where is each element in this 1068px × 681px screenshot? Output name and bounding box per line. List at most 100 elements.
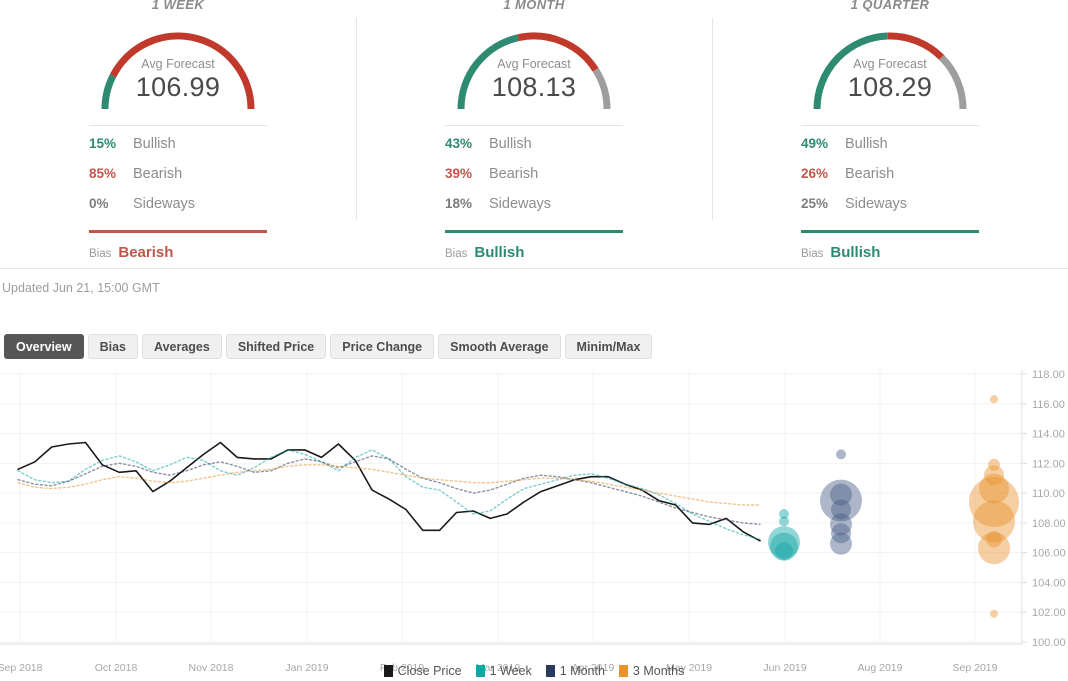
forecast-panel: 1 MONTHAvg Forecast108.1343%Bullish39%Be…	[356, 0, 712, 268]
gauge-center: Avg Forecast106.99	[83, 57, 273, 103]
sentiment-label: Bearish	[845, 166, 894, 182]
panel-separator	[801, 125, 979, 126]
legend-label: 3 Months	[633, 664, 684, 678]
sentiment-row: 39%Bearish	[445, 166, 623, 196]
y-tick-label: 106.00	[1032, 548, 1066, 560]
page-root: 1 WEEKAvg Forecast106.9915%Bullish85%Bea…	[0, 0, 1068, 681]
panels-divider	[0, 268, 1068, 269]
bias-value: Bearish	[118, 244, 173, 261]
y-tick-label: 118.00	[1032, 369, 1065, 381]
legend-item[interactable]: 1 Month	[546, 664, 605, 678]
gauge-center: Avg Forecast108.13	[439, 57, 629, 103]
bias-value: Bullish	[830, 244, 880, 261]
panel-title: 1 MONTH	[503, 0, 564, 13]
legend-swatch-icon	[546, 665, 555, 677]
sentiment-percent: 85%	[89, 166, 133, 181]
sentiment-rows: 15%Bullish85%Bearish0%Sideways	[89, 136, 267, 226]
forecast-panel: 1 QUARTERAvg Forecast108.2949%Bullish26%…	[712, 0, 1068, 268]
sentiment-rows: 43%Bullish39%Bearish18%Sideways	[445, 136, 623, 226]
panel-separator	[89, 125, 267, 126]
bias-line: BiasBearish	[89, 244, 267, 261]
sentiment-label: Sideways	[489, 196, 551, 212]
panel-title: 1 WEEK	[152, 0, 204, 13]
chart-legend: Close Price 1 Week 1 Month 3 Months	[0, 664, 1068, 678]
sentiment-label: Bearish	[489, 166, 538, 182]
gauge-center: Avg Forecast108.29	[795, 57, 985, 103]
y-tick-label: 100.00	[1032, 637, 1066, 649]
gauge-value: 108.13	[439, 72, 629, 103]
tab-bias[interactable]: Bias	[88, 334, 138, 359]
sentiment-row: 85%Bearish	[89, 166, 267, 196]
legend-item[interactable]: 3 Months	[619, 664, 684, 678]
panel-title: 1 QUARTER	[851, 0, 929, 13]
sentiment-row: 0%Sideways	[89, 196, 267, 226]
sentiment-percent: 25%	[801, 196, 845, 211]
gauge-label: Avg Forecast	[795, 57, 985, 72]
forecast-chart: 100.00102.00104.00106.00108.00110.00112.…	[0, 368, 1068, 681]
forecast-panels: 1 WEEKAvg Forecast106.9915%Bullish85%Bea…	[0, 0, 1068, 268]
tab-price-change[interactable]: Price Change	[330, 334, 434, 359]
forecast-bubble	[775, 542, 793, 560]
y-tick-label: 110.00	[1032, 488, 1065, 500]
bias-bar	[801, 230, 979, 233]
sentiment-label: Bearish	[133, 166, 182, 182]
forecast-bubble	[836, 449, 846, 459]
y-tick-label: 112.00	[1032, 458, 1065, 470]
forecast-bubble	[990, 395, 998, 403]
sentiment-percent: 39%	[445, 166, 489, 181]
forecast-bubble	[830, 533, 852, 555]
gauge-arc-bearish	[888, 36, 942, 57]
gauge-value: 108.29	[795, 72, 985, 103]
forecast-gauge: Avg Forecast106.99	[83, 19, 273, 115]
sentiment-percent: 15%	[89, 136, 133, 151]
legend-label: Close Price	[398, 664, 462, 678]
legend-swatch-icon	[476, 665, 485, 677]
updated-timestamp: Updated Jun 21, 15:00 GMT	[2, 281, 160, 295]
forecast-bubble	[779, 516, 789, 526]
sentiment-row: 18%Sideways	[445, 196, 623, 226]
sentiment-label: Bullish	[845, 136, 888, 152]
sentiment-percent: 43%	[445, 136, 489, 151]
legend-item[interactable]: 1 Week	[476, 664, 532, 678]
sentiment-label: Sideways	[845, 196, 907, 212]
bias-key: Bias	[445, 248, 467, 260]
tab-averages[interactable]: Averages	[142, 334, 222, 359]
gauge-label: Avg Forecast	[439, 57, 629, 72]
chart-background	[0, 368, 1068, 658]
sentiment-row: 25%Sideways	[801, 196, 979, 226]
tab-overview[interactable]: Overview	[4, 334, 84, 359]
gauge-label: Avg Forecast	[83, 57, 273, 72]
gauge-value: 106.99	[83, 72, 273, 103]
sentiment-row: 43%Bullish	[445, 136, 623, 166]
forecast-gauge: Avg Forecast108.29	[795, 19, 985, 115]
y-tick-label: 114.00	[1032, 429, 1065, 441]
sentiment-percent: 0%	[89, 196, 133, 211]
legend-label: 1 Month	[560, 664, 605, 678]
tab-shifted-price[interactable]: Shifted Price	[226, 334, 326, 359]
bias-key: Bias	[801, 248, 823, 260]
tab-minim-max[interactable]: Minim/Max	[565, 334, 653, 359]
forecast-bubble	[990, 610, 998, 618]
sentiment-label: Sideways	[133, 196, 195, 212]
sentiment-row: 26%Bearish	[801, 166, 979, 196]
sentiment-label: Bullish	[489, 136, 532, 152]
panel-separator	[445, 125, 623, 126]
sentiment-label: Bullish	[133, 136, 176, 152]
forecast-panel: 1 WEEKAvg Forecast106.9915%Bullish85%Bea…	[0, 0, 356, 268]
legend-swatch-icon	[384, 665, 393, 677]
forecast-gauge: Avg Forecast108.13	[439, 19, 629, 115]
y-tick-label: 108.00	[1032, 518, 1066, 530]
tab-smooth-average[interactable]: Smooth Average	[438, 334, 560, 359]
chart-tabs: OverviewBiasAveragesShifted PricePrice C…	[4, 334, 652, 359]
y-tick-label: 102.00	[1032, 607, 1066, 619]
sentiment-row: 49%Bullish	[801, 136, 979, 166]
sentiment-rows: 49%Bullish26%Bearish25%Sideways	[801, 136, 979, 226]
y-tick-label: 116.00	[1032, 399, 1065, 411]
legend-item[interactable]: Close Price	[384, 664, 462, 678]
bias-value: Bullish	[474, 244, 524, 261]
sentiment-percent: 18%	[445, 196, 489, 211]
sentiment-percent: 49%	[801, 136, 845, 151]
bias-line: Bias Bullish	[445, 244, 623, 261]
sentiment-row: 15%Bullish	[89, 136, 267, 166]
bias-bar	[89, 230, 267, 233]
